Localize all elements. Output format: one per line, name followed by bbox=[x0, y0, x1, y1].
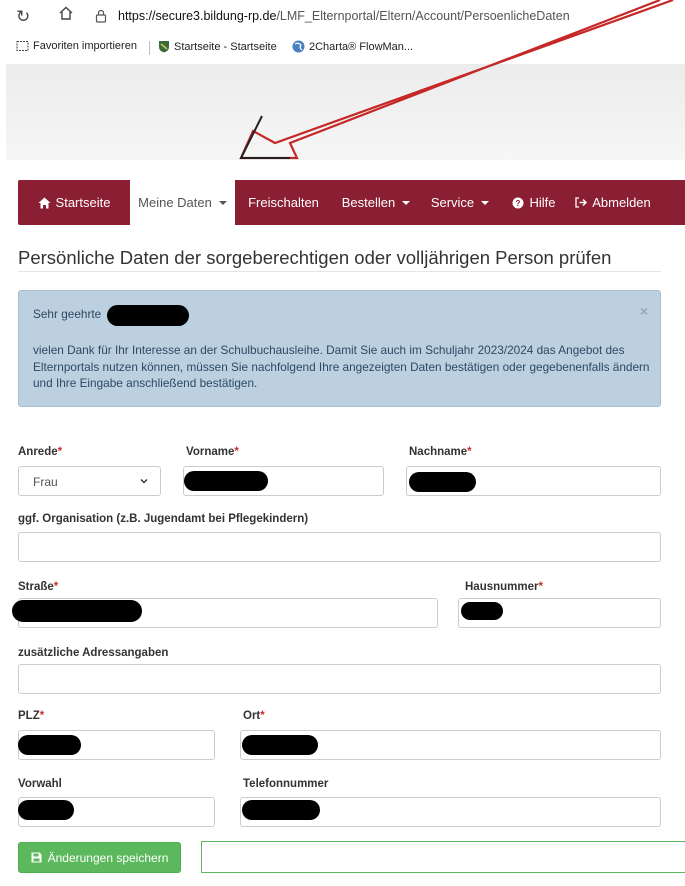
caret-down-icon bbox=[481, 200, 490, 205]
favorite-import[interactable]: Favoriten importieren bbox=[16, 40, 137, 52]
zusatz-field[interactable] bbox=[18, 664, 661, 694]
redacted-ort bbox=[242, 735, 318, 755]
redacted-plz bbox=[18, 735, 81, 755]
lock-icon bbox=[95, 9, 107, 23]
ort-label: Ort* bbox=[243, 710, 265, 722]
url-field[interactable]: https://secure3.bildung-rp.de/LMF_Eltern… bbox=[118, 9, 570, 23]
zusatz-label: zusätzliche Adressangaben bbox=[18, 647, 169, 659]
strasse-label: Straße* bbox=[18, 581, 59, 593]
chevron-down-icon bbox=[140, 479, 148, 484]
redacted-telefon bbox=[242, 800, 320, 820]
import-icon bbox=[16, 41, 29, 51]
redacted-strasse bbox=[12, 600, 142, 622]
shield-icon bbox=[159, 41, 169, 53]
page-header-banner bbox=[6, 64, 685, 160]
home-icon[interactable] bbox=[58, 4, 74, 28]
home-icon bbox=[38, 197, 51, 208]
svg-text:?: ? bbox=[516, 199, 521, 208]
status-message-box bbox=[201, 841, 685, 873]
close-icon[interactable]: × bbox=[640, 303, 648, 319]
globe-icon bbox=[292, 40, 305, 53]
redacted-hausnummer bbox=[461, 602, 503, 620]
nav-meine-daten[interactable]: Meine Daten bbox=[130, 180, 235, 225]
caret-down-icon bbox=[402, 200, 411, 205]
nav-bestellen[interactable]: Bestellen bbox=[332, 180, 420, 225]
favorite-flowman[interactable]: 2Charta® FlowMan... bbox=[292, 40, 413, 53]
nav-hilfe[interactable]: ? Hilfe bbox=[500, 180, 568, 225]
favorites-divider bbox=[149, 41, 150, 55]
plz-label: PLZ* bbox=[18, 710, 45, 722]
nachname-label: Nachname* bbox=[409, 446, 472, 458]
anrede-select[interactable]: Frau bbox=[18, 466, 161, 496]
caret-down-icon bbox=[218, 200, 227, 205]
redacted-vorname bbox=[184, 471, 268, 491]
page-title: Persönliche Daten der sorgeberechtigen o… bbox=[18, 247, 612, 268]
favorite-startseite[interactable]: Startseite - Startseite bbox=[158, 40, 277, 53]
redacted-nachname bbox=[409, 472, 476, 492]
alert-message: vielen Dank für Ihr Interesse an der Sch… bbox=[33, 343, 650, 390]
anrede-label: Anrede* bbox=[18, 446, 63, 458]
main-navbar: Startseite Meine Daten Freischalten Best… bbox=[18, 180, 685, 225]
alert-greeting: Sehr geehrte bbox=[33, 307, 102, 321]
nav-service[interactable]: Service bbox=[420, 180, 500, 225]
question-icon: ? bbox=[512, 197, 524, 208]
reload-icon[interactable]: ↻ bbox=[16, 5, 30, 29]
floppy-disk-icon bbox=[31, 852, 42, 863]
logout-icon bbox=[575, 197, 588, 208]
hausnummer-label: Hausnummer* bbox=[465, 581, 543, 593]
organisation-label: ggf. Organisation (z.B. Jugendamt bei Pf… bbox=[18, 513, 309, 525]
title-divider bbox=[18, 271, 661, 272]
telefon-label: Telefonnummer bbox=[243, 778, 329, 790]
nav-abmelden[interactable]: Abmelden bbox=[568, 180, 658, 225]
organisation-field[interactable] bbox=[18, 532, 661, 562]
save-button[interactable]: Änderungen speichern bbox=[18, 842, 181, 873]
redacted-name bbox=[107, 305, 189, 326]
vorname-label: Vorname* bbox=[186, 446, 239, 458]
nav-startseite[interactable]: Startseite bbox=[18, 180, 130, 225]
nav-freischalten[interactable]: Freischalten bbox=[235, 180, 332, 225]
redacted-vorwahl bbox=[18, 800, 74, 820]
vorwahl-label: Vorwahl bbox=[18, 778, 62, 790]
